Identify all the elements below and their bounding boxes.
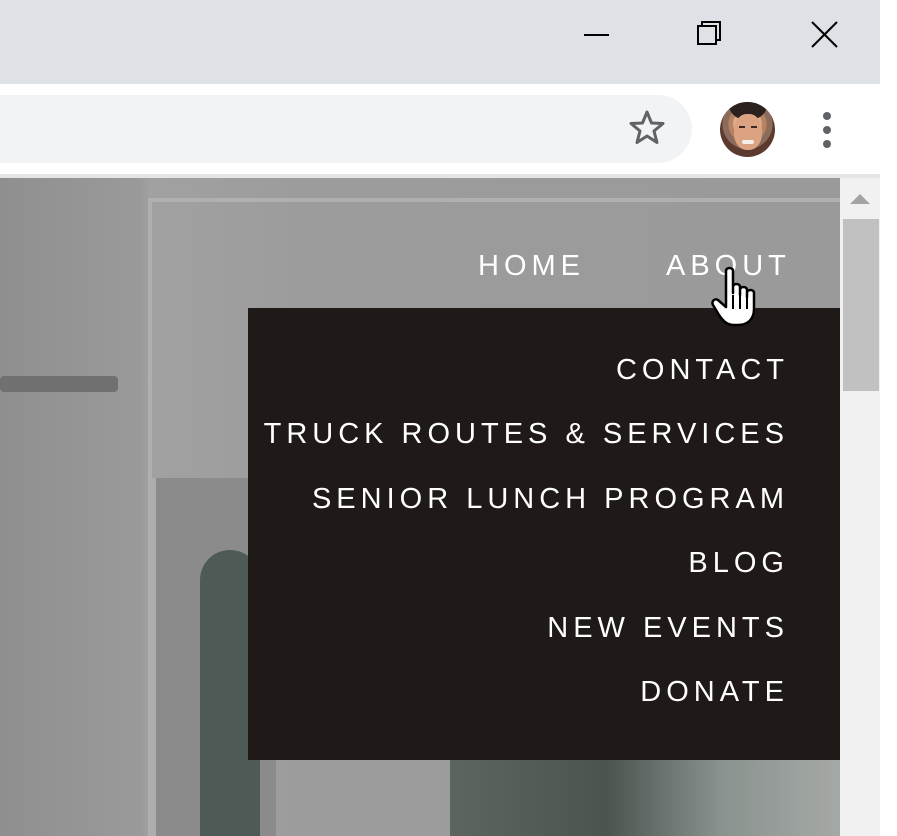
address-bar[interactable] [0,95,692,163]
about-dropdown-menu: CONTACT TRUCK ROUTES & SERVICES SENIOR L… [248,308,840,760]
hand-cursor-icon [711,266,756,327]
restore-icon [697,21,721,45]
vertical-scrollbar[interactable] [840,178,880,836]
bookmark-button[interactable] [625,106,669,150]
dropdown-item-truck-routes[interactable]: TRUCK ROUTES & SERVICES [264,418,789,451]
dropdown-item-new-events[interactable]: NEW EVENTS [547,612,789,645]
minimize-button[interactable] [574,14,620,58]
nav-item-home[interactable]: HOME [478,250,585,283]
close-button[interactable] [802,14,848,58]
more-vert-icon[interactable] [812,108,842,152]
restore-button[interactable] [687,14,733,58]
avatar[interactable] [720,102,775,157]
dropdown-item-blog[interactable]: BLOG [688,547,789,580]
scroll-up-arrow-icon[interactable] [850,194,870,204]
star-icon [629,110,665,144]
dropdown-item-contact[interactable]: CONTACT [616,354,789,387]
browser-toolbar [0,84,880,174]
dropdown-item-senior-lunch[interactable]: SENIOR LUNCH PROGRAM [312,483,789,516]
close-icon [811,21,838,48]
dropdown-item-donate[interactable]: DONATE [640,676,789,709]
minimize-icon [584,34,609,36]
scrollbar-thumb[interactable] [843,219,879,391]
window-titlebar [0,0,880,84]
